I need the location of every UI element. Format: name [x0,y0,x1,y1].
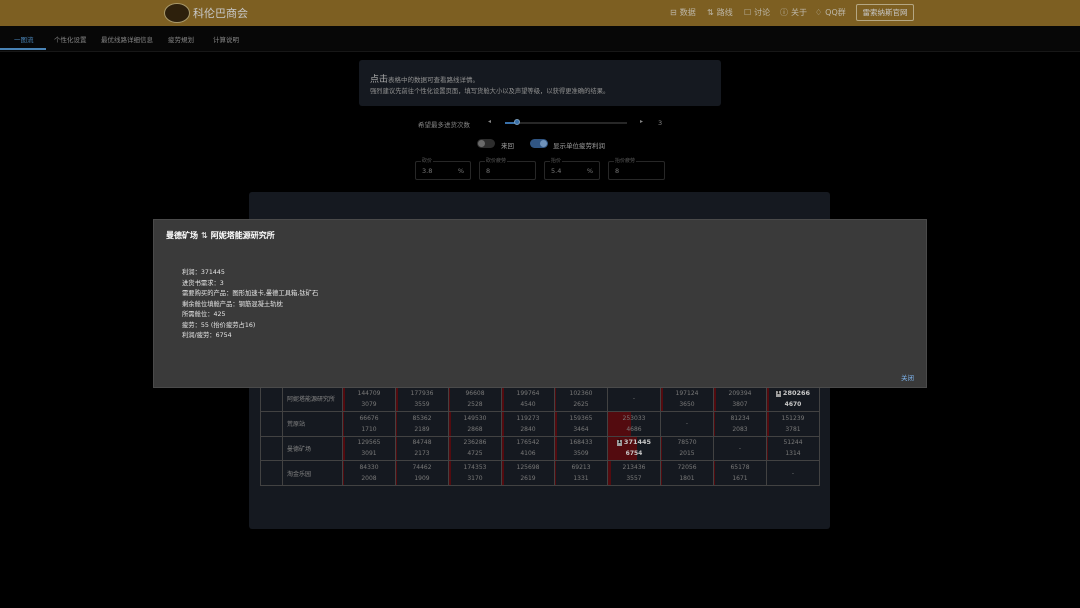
detail-profit-per-fatigue: 利润/疲劳：6754 [182,332,232,339]
route-to: 阿妮塔能源研究所 [210,231,275,240]
dialog-title: 曼德矿场 ⇅ 阿妮塔能源研究所 [166,230,275,241]
detail-filler-products: 剩余舱位填舱产品：钢筋混凝土轨枕 [182,300,283,308]
detail-products-to-buy: 需要购买的产品：图形加速卡,曼德工具箱,钛矿石 [182,290,319,297]
detail-profit: 利润：371445 [182,269,225,276]
detail-fatigue: 疲劳：55 (抬价疲劳占16) [182,321,256,329]
close-button[interactable]: 关闭 [901,372,914,382]
detail-books-needed: 进货书需求：3 [182,279,224,287]
route-icon: ⇅ [201,231,208,240]
route-from: 曼德矿场 [166,231,198,240]
route-detail-dialog: 曼德矿场 ⇅ 阿妮塔能源研究所 利润：371445 进货书需求：3 需要购买的产品：… [153,219,927,388]
detail-cargo-space: 所需舱位：425 [182,311,226,318]
